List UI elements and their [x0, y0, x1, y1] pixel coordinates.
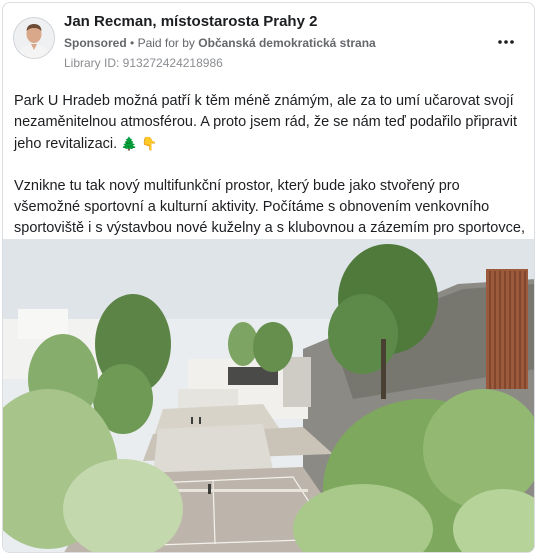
post-body: Park U Hradeb možná patří k těm méně zná…	[14, 91, 529, 260]
payer-name[interactable]: Občanská demokratická strana	[198, 36, 375, 50]
tree-emoji-icon: 🌲	[121, 136, 138, 151]
park-visualization-image	[3, 239, 534, 552]
meta-separator: •	[130, 36, 135, 50]
sponsored-label[interactable]: Sponsored	[64, 36, 127, 50]
author-name[interactable]: Jan Recman, místostarosta Prahy 2	[64, 13, 317, 30]
post-image[interactable]	[3, 239, 534, 552]
sponsored-meta: Sponsored • Paid for by Občanská demokra…	[64, 36, 376, 50]
more-options-icon[interactable]	[498, 33, 514, 44]
pointing-down-emoji-icon: 👇	[141, 136, 158, 151]
author-avatar[interactable]	[13, 17, 55, 59]
avatar-portrait-icon	[14, 18, 54, 58]
paragraph-1-text: Park U Hradeb možná patří k těm méně zná…	[14, 93, 517, 152]
library-id: Library ID: 913272424218986	[64, 56, 223, 70]
post-paragraph-1: Park U Hradeb možná patří k těm méně zná…	[14, 91, 529, 155]
paid-for-by-prefix: Paid for by	[137, 36, 195, 50]
ad-post-card: Jan Recman, místostarosta Prahy 2 Sponso…	[2, 2, 535, 553]
post-header: Jan Recman, místostarosta Prahy 2 Sponso…	[3, 3, 534, 81]
